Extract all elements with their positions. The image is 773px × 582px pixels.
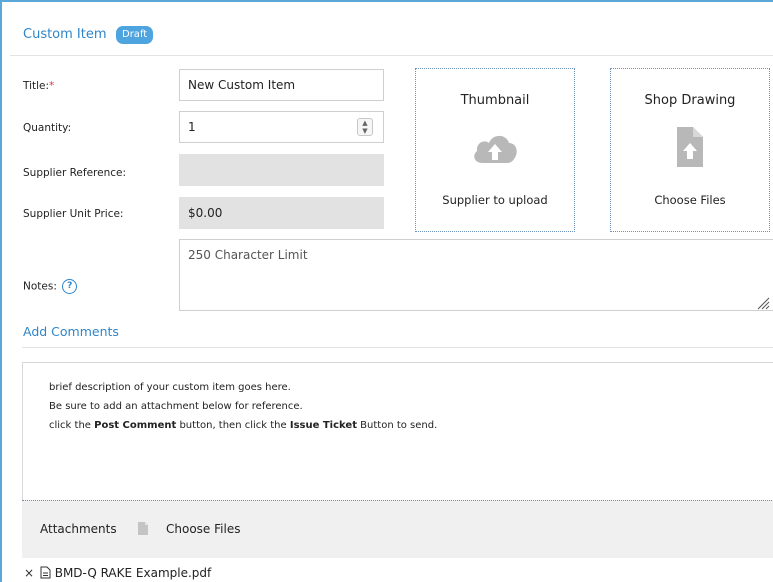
attachments-label: Attachments <box>40 522 117 536</box>
file-name-link[interactable]: BMD-Q RAKE Example.pdf <box>55 566 212 580</box>
panel-title: Custom Item <box>23 27 107 42</box>
comment-line-3: click the Post Comment button, then clic… <box>49 416 773 435</box>
resize-handle-icon[interactable] <box>756 295 770 314</box>
quantity-stepper[interactable]: 1 <box>179 111 384 143</box>
attached-file-item: × BMD-Q RAKE Example.pdf <box>24 566 211 582</box>
attachments-bar: Attachments Choose Files <box>22 500 773 558</box>
pdf-file-icon <box>40 566 51 582</box>
notes-label: Notes: ? <box>23 279 78 294</box>
title-label-text: Title: <box>23 80 50 92</box>
supplier-reference-label: Supplier Reference: <box>23 167 127 179</box>
comment-line-2: Be sure to add an attachment below for r… <box>49 401 303 412</box>
notes-label-text: Notes: <box>23 280 57 293</box>
quantity-label: Quantity: <box>23 122 72 134</box>
notes-placeholder: 250 Character Limit <box>188 248 308 262</box>
thumbnail-title: Thumbnail <box>460 93 530 108</box>
comment-bold-post: Post Comment <box>94 420 177 431</box>
help-icon[interactable]: ? <box>62 279 78 294</box>
required-marker: * <box>49 80 55 92</box>
header-divider <box>10 55 773 56</box>
comment-text: Button to send. <box>356 420 438 431</box>
comment-text: button, then click the <box>176 420 290 431</box>
supplier-unit-price-label: Supplier Unit Price: <box>23 208 124 220</box>
file-icon[interactable] <box>137 521 149 540</box>
thumbnail-subtitle: Supplier to upload <box>442 193 548 207</box>
add-comments-heading: Add Comments <box>23 324 119 339</box>
remove-file-button[interactable]: × <box>24 566 34 580</box>
supplier-reference-input <box>179 154 384 186</box>
comment-editor[interactable]: brief description of your custom item go… <box>22 362 773 500</box>
shop-drawing-title: Shop Drawing <box>644 93 736 108</box>
quantity-spinner-arrows[interactable]: ▲ ▼ <box>357 118 373 136</box>
comment-bold-issue: Issue Ticket <box>289 420 357 431</box>
title-label: Title:* <box>23 80 54 92</box>
status-badge: Draft <box>116 26 154 44</box>
title-input[interactable]: New Custom Item <box>179 69 384 101</box>
comment-text: click the <box>49 420 95 431</box>
comments-divider <box>22 347 773 348</box>
cloud-upload-icon <box>470 129 520 173</box>
quantity-value: 1 <box>188 120 196 134</box>
shop-drawing-subtitle: Choose Files <box>654 193 726 207</box>
supplier-unit-price-input: $0.00 <box>179 197 384 229</box>
choose-files-button[interactable]: Choose Files <box>166 522 240 536</box>
comment-line-1: brief description of your custom item go… <box>49 382 291 393</box>
thumbnail-upload[interactable]: Thumbnail Supplier to upload <box>415 68 575 232</box>
file-upload-icon <box>675 125 705 173</box>
shop-drawing-upload[interactable]: Shop Drawing Choose Files <box>610 68 770 232</box>
notes-textarea[interactable]: 250 Character Limit <box>179 239 773 311</box>
